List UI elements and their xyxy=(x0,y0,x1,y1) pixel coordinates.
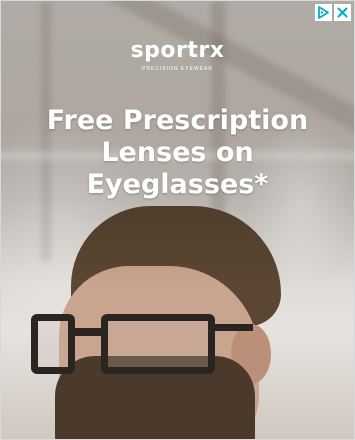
brand-logo[interactable]: sportrx xyxy=(1,38,354,63)
adchoices-triangle-icon[interactable] xyxy=(315,4,332,21)
headline-line: Lenses on xyxy=(101,137,254,168)
headline-line: Eyeglasses* xyxy=(86,169,269,200)
close-icon[interactable] xyxy=(334,4,351,21)
ad-headline[interactable]: Free Prescription Lenses on Eyeglasses* xyxy=(1,105,354,201)
adchoices-controls xyxy=(315,4,351,22)
headline-line: Free Prescription xyxy=(46,105,309,136)
brand-tagline: PRECISION EYEWEAR xyxy=(142,66,213,72)
ad-banner[interactable]: sportrx PRECISION EYEWEAR Free Prescript… xyxy=(0,0,355,440)
